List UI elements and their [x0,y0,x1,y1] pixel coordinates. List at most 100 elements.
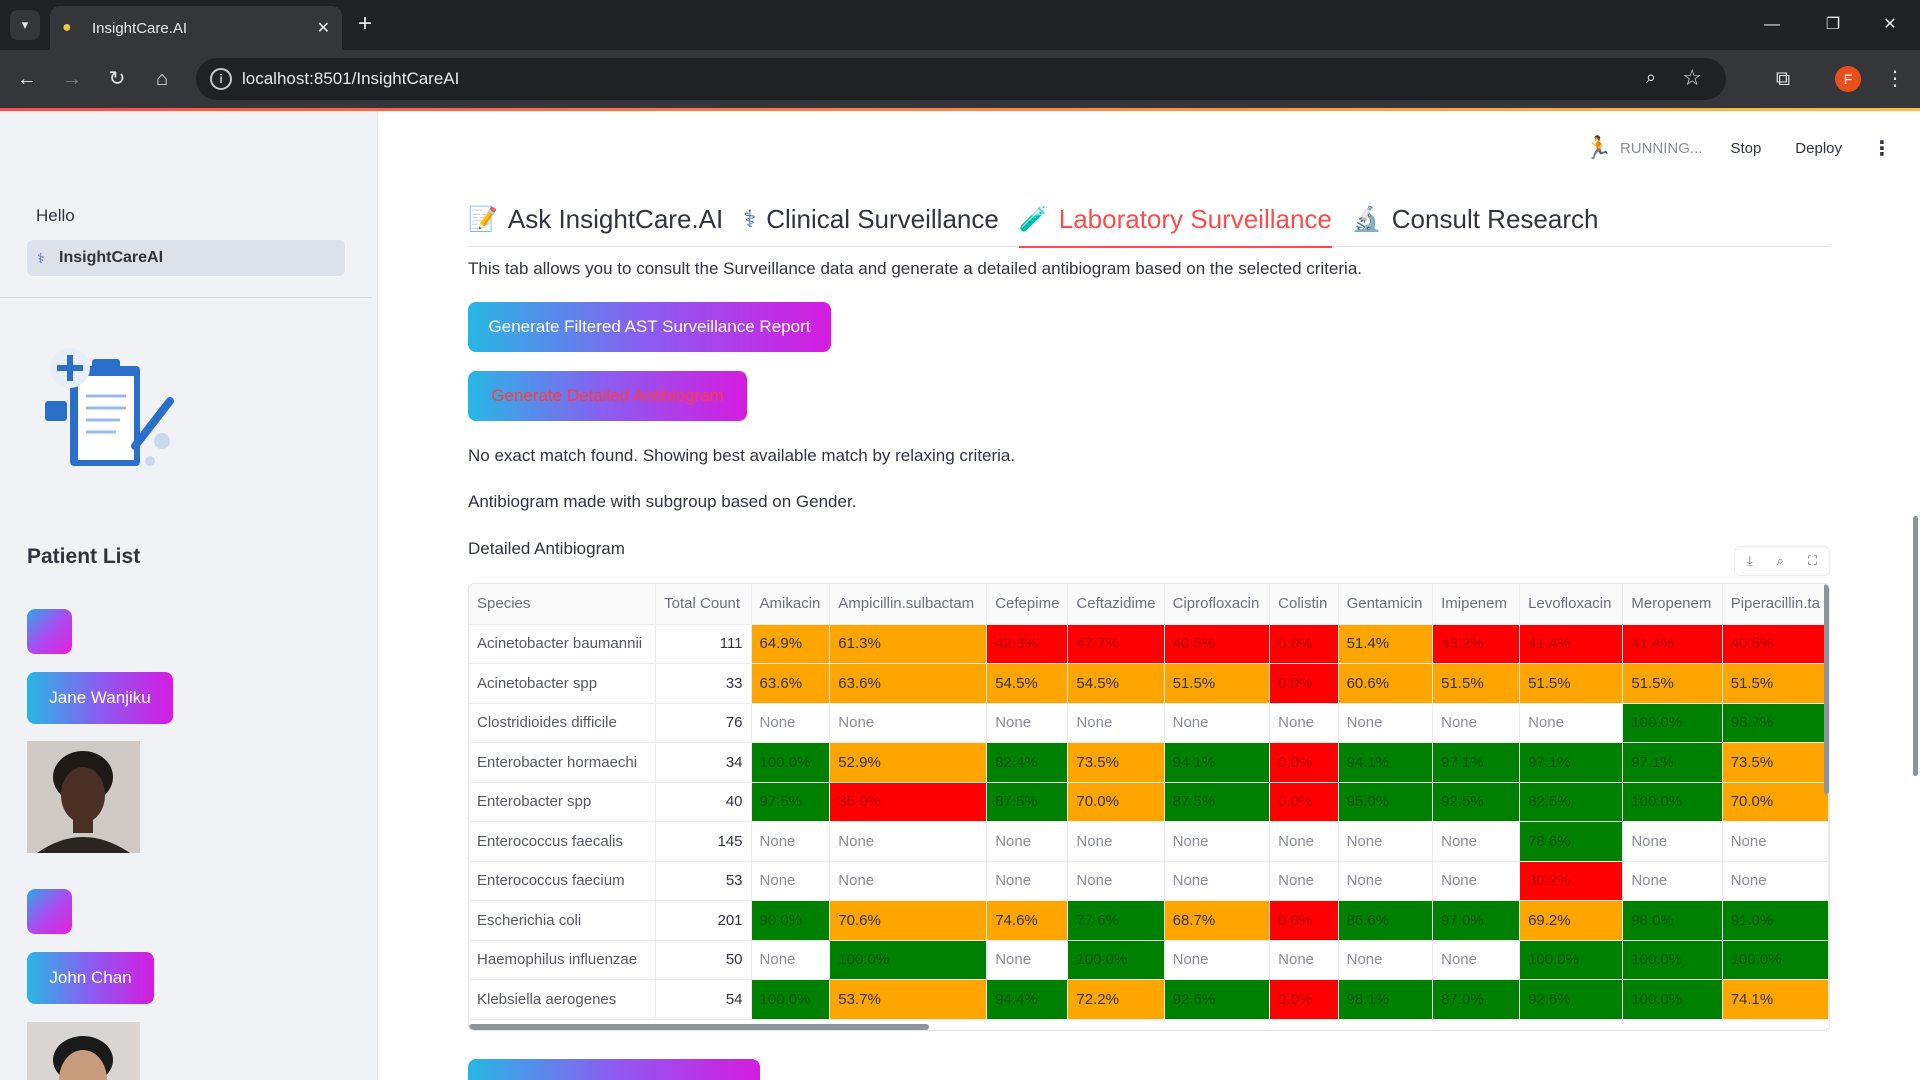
susceptibility-cell[interactable]: 51.5% [1722,663,1829,704]
deploy-button[interactable]: Deploy [1795,140,1842,157]
susceptibility-cell[interactable]: 64.9% [751,624,831,664]
susceptibility-cell[interactable]: 98.1% [1338,979,1434,1020]
susceptibility-cell[interactable]: 90.0% [751,900,831,941]
column-header[interactable]: Piperacillin.ta [1722,584,1829,625]
susceptibility-cell[interactable]: 54.5% [986,663,1069,704]
susceptibility-cell[interactable]: 51.5% [1432,663,1521,704]
susceptibility-cell[interactable]: 54.5% [1067,663,1165,704]
main-menu-icon[interactable]: ⋮ [1872,136,1892,161]
page-scrollbar[interactable] [1913,516,1918,776]
susceptibility-cell[interactable]: 92.6% [1164,979,1271,1020]
susceptibility-cell[interactable]: None [1432,940,1521,980]
susceptibility-cell[interactable]: 100.0% [1622,703,1723,743]
susceptibility-cell[interactable]: 94.1% [1164,742,1271,783]
susceptibility-cell[interactable]: 73.5% [1067,742,1165,783]
susceptibility-cell[interactable]: 74.6% [986,900,1069,941]
count-cell[interactable]: 76 [655,703,752,743]
susceptibility-cell[interactable]: None [1622,821,1723,862]
susceptibility-cell[interactable]: 41.4% [1519,624,1624,664]
count-cell[interactable]: 111 [655,624,752,664]
susceptibility-cell[interactable]: None [1338,861,1434,901]
susceptibility-cell[interactable]: None [986,821,1069,862]
species-cell[interactable]: Enterococcus faecium [469,861,657,901]
susceptibility-cell[interactable]: None [1067,861,1165,901]
susceptibility-cell[interactable]: None [1519,703,1624,743]
susceptibility-cell[interactable]: 92.5% [1432,782,1521,822]
susceptibility-cell[interactable]: None [1067,821,1165,862]
susceptibility-cell[interactable]: 63.6% [829,663,988,704]
column-header[interactable]: Amikacin [751,584,831,625]
tab-laboratory-surveillance[interactable]: 🧪 Laboratory Surveillance [1018,191,1332,248]
column-header[interactable]: Ciprofloxacin [1164,584,1271,625]
address-bar[interactable]: i localhost:8501/InsightCareAI ⌕ ☆ [196,58,1726,100]
susceptibility-cell[interactable]: None [1722,861,1829,901]
susceptibility-cell[interactable]: 97.1% [1622,742,1723,783]
tab-clinical-surveillance[interactable]: ⚕ Clinical Surveillance [743,191,999,247]
susceptibility-cell[interactable]: 100.0% [1519,940,1624,980]
susceptibility-cell[interactable]: None [1164,703,1271,743]
susceptibility-cell[interactable]: 0.0% [1269,979,1339,1020]
reload-icon[interactable]: ↻ [100,62,134,96]
sidebar-nav-item-insightcareai[interactable]: ⚕ InsightCareAI [27,240,345,276]
count-cell[interactable]: 54 [655,979,752,1020]
species-cell[interactable]: Klebsiella aerogenes [469,979,657,1020]
susceptibility-cell[interactable]: 97.0% [1432,900,1521,941]
column-header[interactable]: Gentamicin [1338,584,1434,625]
bookmark-star-icon[interactable]: ☆ [1682,65,1702,91]
susceptibility-cell[interactable]: 53.7% [829,979,988,1020]
susceptibility-cell[interactable]: 40.5% [1722,624,1829,664]
susceptibility-cell[interactable]: 86.6% [1338,900,1434,941]
susceptibility-cell[interactable]: None [1622,861,1723,901]
fullscreen-icon[interactable]: ⛶ [1808,553,1817,569]
susceptibility-cell[interactable]: 41.4% [1622,624,1723,664]
count-cell[interactable]: 33 [655,663,752,704]
susceptibility-cell[interactable]: 51.5% [1519,663,1624,704]
susceptibility-cell[interactable]: 0.0% [1269,782,1339,822]
column-header[interactable]: Meropenem [1622,584,1723,625]
profile-avatar[interactable]: F [1835,66,1861,92]
susceptibility-cell[interactable]: None [1164,861,1271,901]
susceptibility-cell[interactable]: 70.6% [829,900,988,941]
susceptibility-cell[interactable]: 100.0% [1067,940,1165,980]
column-header[interactable]: Imipenem [1432,584,1521,625]
susceptibility-cell[interactable]: 0.0% [1269,624,1339,664]
generate-antibiogram-button[interactable]: Generate Detailed Antibiogram [468,371,747,421]
susceptibility-cell[interactable]: 97.1% [1519,742,1624,783]
generate-report-button[interactable]: Generate Filtered AST Surveillance Repor… [468,302,831,352]
patient-button-john-chan[interactable]: John Chan [27,952,154,1004]
susceptibility-cell[interactable]: 94.4% [986,979,1069,1020]
susceptibility-cell[interactable]: None [986,703,1069,743]
count-cell[interactable]: 201 [655,900,752,941]
susceptibility-cell[interactable]: 100.0% [1622,940,1723,980]
antibiogram-table[interactable]: Species Total Count Amikacin Ampicillin.sul… [468,583,1830,1031]
susceptibility-cell[interactable]: 70.0% [1067,782,1165,822]
susceptibility-cell[interactable]: 98.7% [1722,703,1829,743]
susceptibility-cell[interactable]: None [829,861,988,901]
susceptibility-cell[interactable]: None [1067,703,1165,743]
susceptibility-cell[interactable]: 94.1% [1338,742,1434,783]
home-icon[interactable]: ⌂ [145,62,179,96]
browser-menu-icon[interactable]: ⋮ [1880,62,1910,96]
forward-icon[interactable]: → [55,62,89,96]
tab-search-dropdown-icon[interactable]: ▾ [10,10,40,40]
susceptibility-cell[interactable]: None [1269,703,1339,743]
susceptibility-cell[interactable]: None [751,940,831,980]
susceptibility-cell[interactable]: None [829,703,988,743]
susceptibility-cell[interactable]: None [1164,940,1271,980]
column-header[interactable]: Ceftazidime [1067,584,1165,625]
susceptibility-cell[interactable]: None [1432,861,1521,901]
susceptibility-cell[interactable]: None [751,821,831,862]
susceptibility-cell[interactable]: 87.5% [986,782,1069,822]
susceptibility-cell[interactable]: 51.4% [1338,624,1434,664]
browser-tab[interactable]: ● InsightCare.AI ✕ [50,6,342,50]
susceptibility-cell[interactable]: 82.4% [986,742,1069,783]
susceptibility-cell[interactable]: 87.0% [1432,979,1521,1020]
susceptibility-cell[interactable]: None [751,861,831,901]
count-cell[interactable]: 34 [655,742,752,783]
minimize-icon[interactable]: — [1752,12,1792,38]
susceptibility-cell[interactable]: None [1269,861,1339,901]
species-cell[interactable]: Haemophilus influenzae [469,940,657,980]
susceptibility-cell[interactable]: 0.0% [1269,742,1339,783]
susceptibility-cell[interactable]: None [1432,703,1521,743]
susceptibility-cell[interactable]: 100.0% [751,742,831,783]
